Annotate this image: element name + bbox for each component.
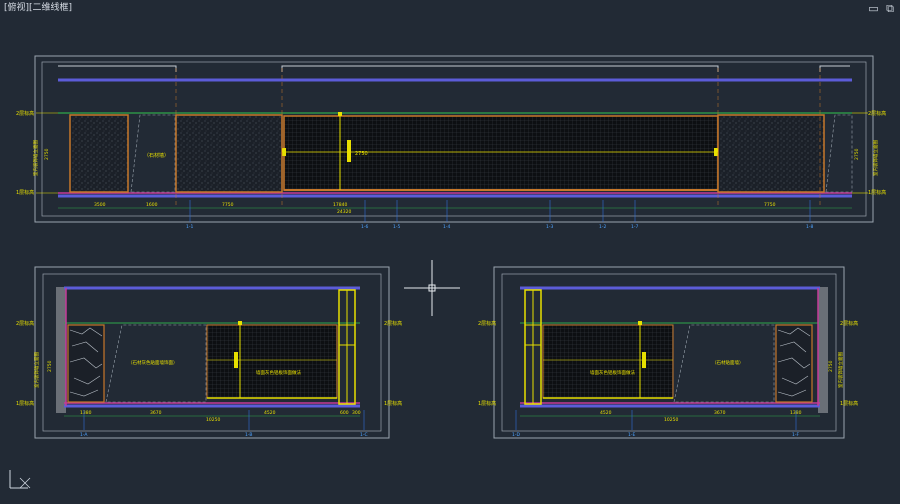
stone-panel-right (717, 114, 825, 193)
note-aluminum: 墙面灰色铝板饰面做法 (256, 369, 301, 376)
level-label-1: 1层标高 (16, 189, 34, 196)
level-label-2-right: 2层标高 (868, 110, 886, 117)
bottom-dim: 7750 (764, 202, 776, 208)
axis-tag: 1-2 (599, 224, 606, 230)
axis-tag: 1-5 (393, 224, 400, 230)
bottom-dim: 600 (340, 410, 349, 416)
bottom-dim: 1380 (80, 410, 92, 416)
axis-tag: 1-A (80, 432, 88, 438)
bottom-dim: 1600 (146, 202, 158, 208)
note-stone-wall: （石材灰色贴面墙饰面） (128, 359, 178, 366)
axis-tag: 1-4 (443, 224, 450, 230)
stone-panel-center-left (175, 114, 283, 193)
elevation-left[interactable]: （石材灰色贴面墙饰面） 墙面灰色铝板饰面做法 2层标高 1层标高 2层标高 1层… (16, 266, 402, 439)
level-label-1: 1层标高 (478, 400, 496, 407)
total-dim: 10250 (206, 417, 220, 423)
level-label-1-right: 1层标高 (868, 189, 886, 196)
bottom-dim: 4520 (264, 410, 276, 416)
side-dim-right: 2750 (854, 148, 860, 160)
restore-icon[interactable]: ⧉ (886, 0, 894, 17)
bottom-dim: 3500 (94, 202, 106, 208)
axis-tag: 1-6 (361, 224, 368, 230)
total-dim: 10250 (664, 417, 678, 423)
axis-tag: 1-C (360, 432, 368, 438)
crackle-stone-panel (67, 324, 105, 403)
crackle-stone-panel (775, 324, 813, 403)
side-dim-right: 2750 (828, 360, 834, 372)
center-dim: 2750 (355, 151, 368, 157)
level-label-1: 1层标高 (16, 400, 34, 407)
grid-panel (542, 324, 674, 399)
level-label-2-right: 2层标高 (384, 320, 402, 327)
minimize-icon[interactable]: ▭ (868, 0, 878, 17)
note-aluminum: 墙面灰色铝板饰面做法 (590, 369, 635, 376)
crosshair-cursor (404, 260, 460, 316)
axis-tag: 1-E (628, 432, 635, 438)
bottom-dim: 4520 (600, 410, 612, 416)
axis-tag: 1-1 (186, 224, 193, 230)
side-label-right: 室内装饰墙立面图 (872, 140, 879, 176)
axis-tag: 1-3 (546, 224, 553, 230)
level-label-1-right: 1层标高 (384, 400, 402, 407)
level-label-2-right: 2层标高 (840, 320, 858, 327)
side-dim-left: 2750 (47, 360, 53, 372)
axis-tag: 1-8 (806, 224, 813, 230)
bottom-dim: 3670 (714, 410, 726, 416)
drawing-canvas[interactable]: 2750 （石材墙） 2层标高 1层标高 2层标高 1层标高 室内装饰墙立面图 … (0, 17, 900, 500)
viewport-label[interactable]: [俯视][二维线框] (4, 0, 72, 17)
bottom-dim: 3670 (150, 410, 162, 416)
total-dim: 24320 (337, 209, 351, 215)
bottom-dim: 300 (352, 410, 361, 416)
level-label-1-right: 1层标高 (840, 400, 858, 407)
note-stone-wall: （石材墙） (144, 152, 169, 159)
note-stone-wall: （石材贴面墙） (712, 359, 744, 366)
level-label-2: 2层标高 (16, 110, 34, 117)
axis-tag: 1-D (512, 432, 520, 438)
grid-panel (206, 324, 338, 399)
side-label-left: 室内装饰墙立面图 (33, 352, 40, 388)
side-dim-left: 2750 (44, 148, 50, 160)
ucs-axis-icon (9, 470, 31, 489)
bottom-dim: 17840 (333, 202, 347, 208)
level-label-2: 2层标高 (16, 320, 34, 327)
drawing-tab-title-bar: [俯视][二维线框] ▭ ⧉ (0, 0, 900, 17)
stone-panel-left (69, 114, 129, 193)
level-label-2: 2层标高 (478, 320, 496, 327)
bottom-dim: 7750 (222, 202, 234, 208)
side-label-right: 室内装饰墙立面图 (837, 352, 844, 388)
axis-tag: 1-F (792, 432, 799, 438)
side-label-left: 室内装饰墙立面图 (32, 140, 39, 176)
axis-tag: 1-B (245, 432, 252, 438)
elevation-right[interactable]: （石材贴面墙） 墙面灰色铝板饰面做法 2层标高 1层标高 2层标高 1层标高 室… (478, 266, 858, 439)
elevation-top[interactable]: 2750 （石材墙） 2层标高 1层标高 2层标高 1层标高 室内装饰墙立面图 … (16, 55, 886, 230)
axis-tag: 1-7 (631, 224, 638, 230)
window-controls: ▭ ⧉ (864, 0, 894, 17)
